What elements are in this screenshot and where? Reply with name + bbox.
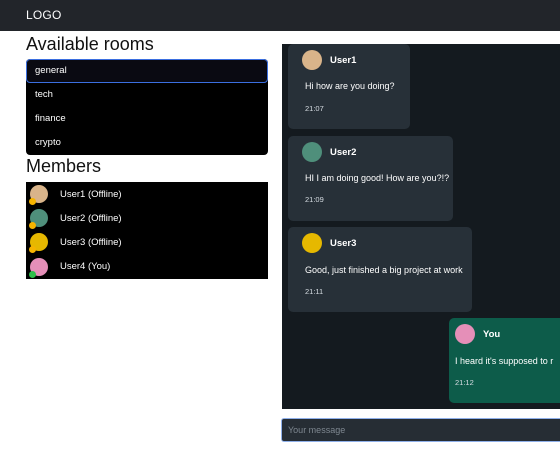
message-text: Good, just finished a big project at wor…: [305, 265, 463, 275]
message-header: You: [455, 324, 500, 344]
message-username: User3: [330, 237, 357, 249]
member-item-user3: User3 (Offline): [26, 230, 268, 254]
offline-status-icon: [29, 198, 36, 206]
member-item-user2: User2 (Offline): [26, 206, 268, 230]
member-name: User3 (Offline): [60, 236, 122, 248]
avatar: [29, 185, 48, 206]
offline-status-icon: [29, 246, 36, 254]
message-time: 21:07: [305, 104, 324, 113]
room-item-crypto[interactable]: crypto: [26, 131, 268, 155]
room-item-finance[interactable]: finance: [26, 107, 268, 131]
message-header: User3: [302, 233, 356, 253]
message-header: User1: [302, 50, 356, 70]
chat-messages-panel[interactable]: User1 Hi how are you doing? 21:07 User2 …: [282, 44, 560, 409]
room-item-general[interactable]: general: [26, 59, 268, 83]
message-text: I heard it's supposed to r: [455, 356, 554, 366]
online-status-icon: [29, 270, 36, 278]
member-name: User2 (Offline): [60, 212, 122, 224]
logo[interactable]: LOGO: [26, 8, 61, 22]
message-time: 21:11: [305, 287, 324, 296]
message-text: Hi how are you doing?: [305, 81, 395, 91]
avatar: [302, 50, 322, 70]
avatar: [29, 209, 48, 230]
members-list: User1 (Offline) User2 (Offline) User3 (O…: [26, 182, 268, 279]
message-username: You: [483, 328, 501, 340]
avatar: [302, 142, 322, 162]
member-name: User4 (You): [60, 261, 111, 273]
avatar: [455, 324, 475, 344]
message-header: User2: [302, 142, 356, 162]
own-message-bubble: You I heard it's supposed to r 21:12: [449, 318, 560, 403]
offline-status-icon: [29, 222, 36, 230]
avatar: [29, 257, 48, 278]
top-navbar: LOGO: [0, 0, 560, 31]
message-time: 21:09: [305, 195, 324, 204]
member-name: User1 (Offline): [60, 188, 122, 200]
message-input[interactable]: [281, 418, 560, 442]
message-username: User1: [330, 54, 357, 66]
avatar: [302, 233, 322, 253]
rooms-heading: Available rooms: [26, 34, 154, 54]
avatar: [29, 233, 48, 254]
message-bubble: User1 Hi how are you doing? 21:07: [288, 44, 410, 129]
message-text: HI I am doing good! How are you?!?: [305, 173, 450, 183]
members-heading: Members: [26, 156, 102, 176]
message-bubble: User2 HI I am doing good! How are you?!?…: [288, 136, 453, 221]
message-username: User2: [330, 146, 357, 158]
member-item-user4: User4 (You): [26, 255, 268, 279]
member-item-user1: User1 (Offline): [26, 182, 268, 206]
rooms-list: general tech finance crypto: [26, 59, 268, 155]
message-time: 21:12: [455, 378, 474, 387]
room-item-tech[interactable]: tech: [26, 83, 268, 107]
message-bubble: User3 Good, just finished a big project …: [288, 227, 472, 312]
